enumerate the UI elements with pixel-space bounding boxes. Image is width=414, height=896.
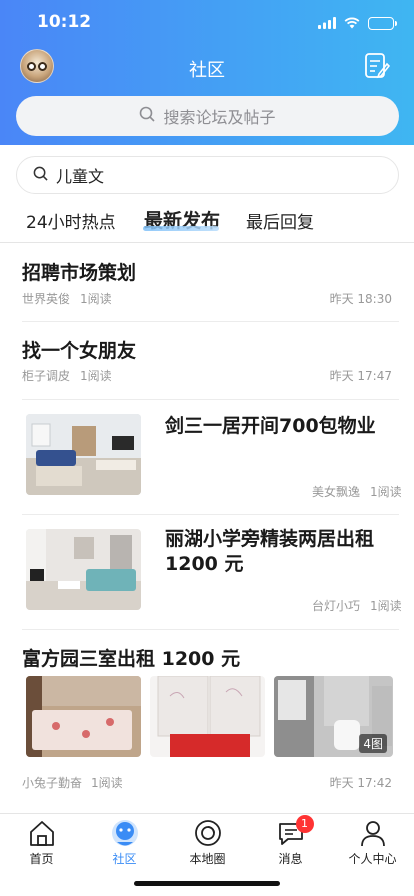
status-icons	[318, 14, 397, 33]
status-bar: 10:12	[0, 0, 414, 44]
message-icon: 1	[276, 815, 314, 848]
tabbar-label: 个人中心	[348, 852, 397, 866]
post-reads: 1阅读	[80, 292, 112, 306]
post-title: 丽湖小学旁精装两居出租 1200 元	[165, 528, 375, 575]
home-icon	[27, 818, 57, 848]
battery-icon	[368, 17, 397, 30]
search-input[interactable]: 搜索论坛及帖子	[16, 96, 399, 136]
post-reads: 1阅读	[80, 369, 112, 383]
tabbar-community[interactable]: 社区	[83, 818, 166, 867]
tabbar-label: 社区	[112, 852, 137, 866]
post-item[interactable]: 招聘市场策划 世界英俊 1阅读 昨天 18:30	[0, 243, 414, 321]
search-history-term: 儿童文	[56, 167, 105, 186]
tabbar-profile[interactable]: 个人中心	[331, 818, 414, 867]
sort-tabs: 24小时热点 最新发布 最后回复	[0, 200, 414, 242]
signal-icon	[318, 14, 336, 33]
status-time: 10:12	[37, 12, 92, 32]
tabbar-label: 消息	[278, 852, 303, 866]
post-author: 世界英俊	[22, 292, 71, 306]
post-author: 美女飘逸	[312, 485, 361, 499]
page-title: 社区	[189, 60, 225, 81]
tab-last-reply[interactable]: 最后回复	[246, 208, 314, 233]
tabbar-home[interactable]: 首页	[0, 818, 83, 867]
post-item[interactable]: 剑三一居开间700包物业 美女飘逸 1阅读	[0, 400, 414, 514]
active-tab-indicator	[143, 226, 219, 231]
post-title: 富方园三室出租 1200 元	[22, 648, 241, 670]
local-circle-icon	[193, 818, 223, 848]
post-image-2	[150, 676, 265, 757]
post-author: 台灯小巧	[312, 599, 361, 613]
image-count-badge: 4图	[359, 734, 387, 753]
post-reads: 1阅读	[91, 776, 123, 790]
post-thumbnail	[26, 529, 141, 610]
post-time: 昨天 17:47	[329, 369, 392, 383]
wifi-icon	[344, 14, 360, 33]
compose-icon	[365, 53, 391, 79]
post-item[interactable]: 富方园三室出租 1200 元 4图 小兔子勤奋 1阅读 昨天 17:42	[0, 630, 414, 806]
tabbar-local-circle[interactable]: 本地圈	[166, 818, 249, 867]
post-item[interactable]: 丽湖小学旁精装两居出租 1200 元 台灯小巧 1阅读	[0, 515, 414, 629]
post-image-1	[26, 676, 141, 757]
unread-badge: 1	[295, 815, 314, 833]
post-thumbnail	[26, 414, 141, 495]
search-history-chip[interactable]: 儿童文	[16, 156, 399, 194]
profile-icon	[358, 818, 388, 848]
post-title: 剑三一居开间700包物业	[165, 415, 376, 437]
tab-24h-hot[interactable]: 24小时热点	[26, 208, 116, 233]
search-placeholder: 搜索论坛及帖子	[163, 108, 276, 127]
tabbar-label: 本地圈	[189, 852, 226, 866]
post-author: 小兔子勤奋	[22, 776, 83, 790]
post-image-3: 4图	[274, 676, 393, 757]
post-reads: 1阅读	[370, 599, 402, 613]
search-icon	[33, 166, 48, 185]
post-reads: 1阅读	[370, 485, 402, 499]
home-indicator	[134, 881, 280, 886]
post-item[interactable]: 找一个女朋友 柜子调皮 1阅读 昨天 17:47	[0, 322, 414, 399]
post-author: 柜子调皮	[22, 369, 71, 383]
post-title: 招聘市场策划	[22, 262, 137, 284]
tabbar-label: 首页	[29, 852, 54, 866]
compose-post-button[interactable]	[364, 52, 391, 80]
tabbar-messages[interactable]: 1 消息	[249, 815, 332, 867]
post-time: 昨天 18:30	[329, 292, 392, 306]
post-title: 找一个女朋友	[22, 340, 137, 362]
post-time: 昨天 17:42	[329, 776, 392, 790]
community-icon	[110, 818, 140, 848]
search-icon	[139, 106, 156, 126]
